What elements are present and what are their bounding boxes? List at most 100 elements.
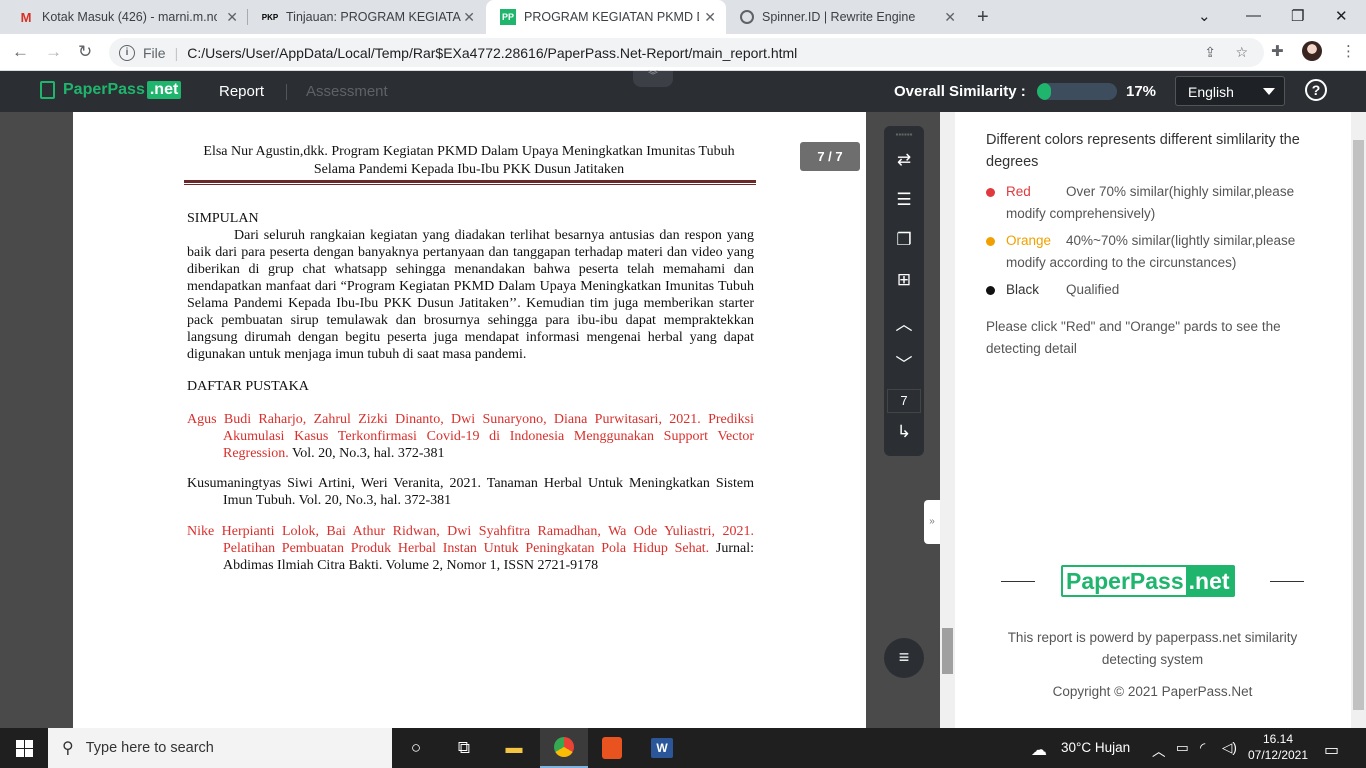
header-rule [184, 180, 756, 183]
search-placeholder: Type here to search [85, 740, 214, 756]
file-explorer-icon[interactable]: ▬ [490, 728, 538, 768]
goto-page-icon[interactable]: ↳ [884, 422, 924, 442]
red-dot-icon [986, 188, 995, 197]
new-tab-icon[interactable]: + [977, 6, 989, 29]
outline-icon[interactable]: ☰ [884, 190, 924, 210]
menu-icon[interactable]: ≡ [884, 638, 924, 678]
copy-icon[interactable]: ❐ [884, 230, 924, 250]
date: 07/12/2021 [1247, 748, 1309, 762]
daftar-pustaka-heading: DAFTAR PUSTAKA [187, 379, 309, 394]
minimize-icon[interactable]: — [1246, 7, 1261, 24]
taskbar-search-box[interactable]: ⚲ Type here to search [48, 728, 392, 768]
legend-name: Black [1006, 282, 1040, 297]
divider [286, 84, 287, 100]
logo-net: .net [1185, 567, 1233, 595]
tab-title: Tinjauan: PROGRAM KEGIATAN P [286, 10, 461, 24]
close-icon[interactable]: ✕ [226, 9, 238, 26]
file-label: File [143, 44, 166, 61]
overall-similarity-label: Overall Similarity : [894, 83, 1026, 100]
wifi-icon[interactable]: ◜ [1200, 740, 1205, 756]
forward-icon[interactable]: → [45, 42, 62, 62]
url-text[interactable]: C:/Users/User/AppData/Local/Temp/Rar$EXa… [187, 45, 797, 61]
time: 16.14 [1262, 732, 1294, 746]
address-bar-row: ← → ↻ i File | C:/Users/User/AppData/Loc… [0, 34, 1366, 71]
close-icon[interactable]: ✕ [944, 9, 956, 26]
tab-gmail[interactable]: M Kotak Masuk (426) - marni.m.noc ✕ [4, 0, 248, 34]
logo-main: PaperPass [1066, 567, 1184, 594]
tab-paperpass-report[interactable]: PP PROGRAM KEGIATAN PKMD DAL ✕ [486, 0, 726, 34]
swap-icon[interactable]: ⇄ [884, 150, 924, 170]
window-close-icon[interactable]: ✕ [1335, 7, 1348, 25]
chrome-icon[interactable] [540, 728, 588, 768]
tab-tinjauan[interactable]: PKP Tinjauan: PROGRAM KEGIATAN P ✕ [248, 0, 485, 34]
weather-text[interactable]: 30°C Hujan [1061, 740, 1130, 755]
page-number-input[interactable]: 7 [887, 389, 921, 413]
drag-handle-icon[interactable]: ▪▪▪▪▪▪ [884, 130, 924, 139]
close-icon[interactable]: ✕ [463, 9, 475, 26]
bookmark-star-icon[interactable]: ☆ [1235, 44, 1248, 61]
orange-dot-icon [986, 237, 995, 246]
cortana-icon[interactable]: ○ [392, 728, 440, 768]
reference-2: Kusumaningtyas Siwi Artini, Weri Veranit… [187, 476, 754, 508]
nav-assessment[interactable]: Assessment [306, 83, 388, 100]
page-indicator-badge: 7 / 7 [800, 142, 860, 171]
header-line-1: Elsa Nur Agustin,dkk. Program Kegiatan P… [203, 144, 735, 159]
divider [1001, 581, 1035, 582]
word-icon[interactable]: W [638, 728, 686, 768]
more-menu-icon[interactable]: ⋮ [1341, 42, 1356, 60]
legend-panel: Different colors represents different si… [955, 112, 1351, 728]
panel-scrollbar-thumb[interactable] [1353, 140, 1364, 710]
nav-report[interactable]: Report [219, 83, 264, 100]
fit-icon[interactable]: ⊞ [884, 270, 924, 290]
browser-tab-strip: M Kotak Masuk (426) - marni.m.noc ✕ PKP … [0, 0, 1366, 34]
legend-black: Black Qualified [986, 279, 1316, 301]
tab-title: Spinner.ID | Rewrite Engine [762, 10, 916, 24]
black-dot-icon [986, 286, 995, 295]
chevron-down-icon[interactable]: ﹀ [884, 350, 924, 375]
expand-panel-icon[interactable]: » [924, 500, 940, 544]
foxit-icon[interactable] [588, 728, 636, 768]
legend-name: Red [1006, 184, 1031, 199]
task-view-icon[interactable]: ⧉ [440, 728, 488, 768]
help-icon[interactable]: ? [1305, 79, 1327, 101]
tab-search-icon[interactable]: ⌄ [1198, 7, 1211, 25]
close-icon[interactable]: ✕ [704, 9, 716, 26]
legend-red: Red Over 70% similar(highly similar,pleas… [986, 181, 1316, 225]
restore-icon[interactable]: ❐ [1291, 7, 1304, 25]
legend-name: Orange [1006, 233, 1052, 248]
tab-title: PROGRAM KEGIATAN PKMD DAL [524, 10, 699, 24]
avatar[interactable] [1302, 41, 1322, 61]
divider: | [174, 44, 179, 61]
extensions-icon[interactable]: ✚ [1271, 42, 1284, 60]
search-icon: ⚲ [62, 740, 74, 757]
battery-icon[interactable]: ▭ [1176, 740, 1189, 756]
panel-note: Please click "Red" and "Orange" pards to… [986, 319, 1281, 356]
document-scrollbar-thumb[interactable] [942, 628, 953, 674]
highlighted-text[interactable]: Nike Herpianti Lolok, Bai Athur Ridwan, … [187, 524, 754, 556]
clock[interactable]: 16.14 07/12/2021 [1247, 731, 1309, 763]
gmail-icon: M [20, 9, 32, 25]
chevron-up-icon[interactable]: ︿ [1152, 740, 1166, 760]
logo-main: PaperPass [63, 81, 145, 98]
notification-icon[interactable]: ▭ [1324, 740, 1339, 760]
collapse-header-icon[interactable]: ︾ [633, 71, 673, 87]
share-icon[interactable]: ⇪ [1204, 44, 1216, 61]
language-select[interactable]: English [1175, 76, 1285, 106]
info-icon[interactable]: i [119, 44, 135, 61]
document-icon [40, 81, 55, 99]
highlighted-text[interactable]: Agus Budi Raharjo, Zahrul Zizki Dinanto,… [187, 412, 754, 461]
back-icon[interactable]: ← [12, 42, 29, 62]
reload-icon[interactable]: ↻ [78, 42, 92, 62]
windows-start-icon[interactable] [16, 740, 33, 757]
similarity-bar-fill [1037, 83, 1051, 100]
legend-orange: Orange 40%~70% similar(lightly similar,pl… [986, 230, 1316, 274]
language-value: English [1188, 84, 1234, 100]
omnibox[interactable]: i File | C:/Users/User/AppData/Local/Tem… [109, 38, 1264, 67]
weather-icon[interactable]: ☁ [1031, 740, 1047, 760]
divider [1270, 581, 1304, 582]
document-page: Elsa Nur Agustin,dkk. Program Kegiatan P… [73, 112, 866, 728]
volume-icon[interactable]: ◁) [1222, 740, 1237, 756]
chevron-up-icon[interactable]: ︿ [884, 310, 924, 335]
paperpass-logo: PaperPass .net [40, 81, 182, 99]
tab-spinner[interactable]: Spinner.ID | Rewrite Engine ✕ [726, 0, 966, 34]
